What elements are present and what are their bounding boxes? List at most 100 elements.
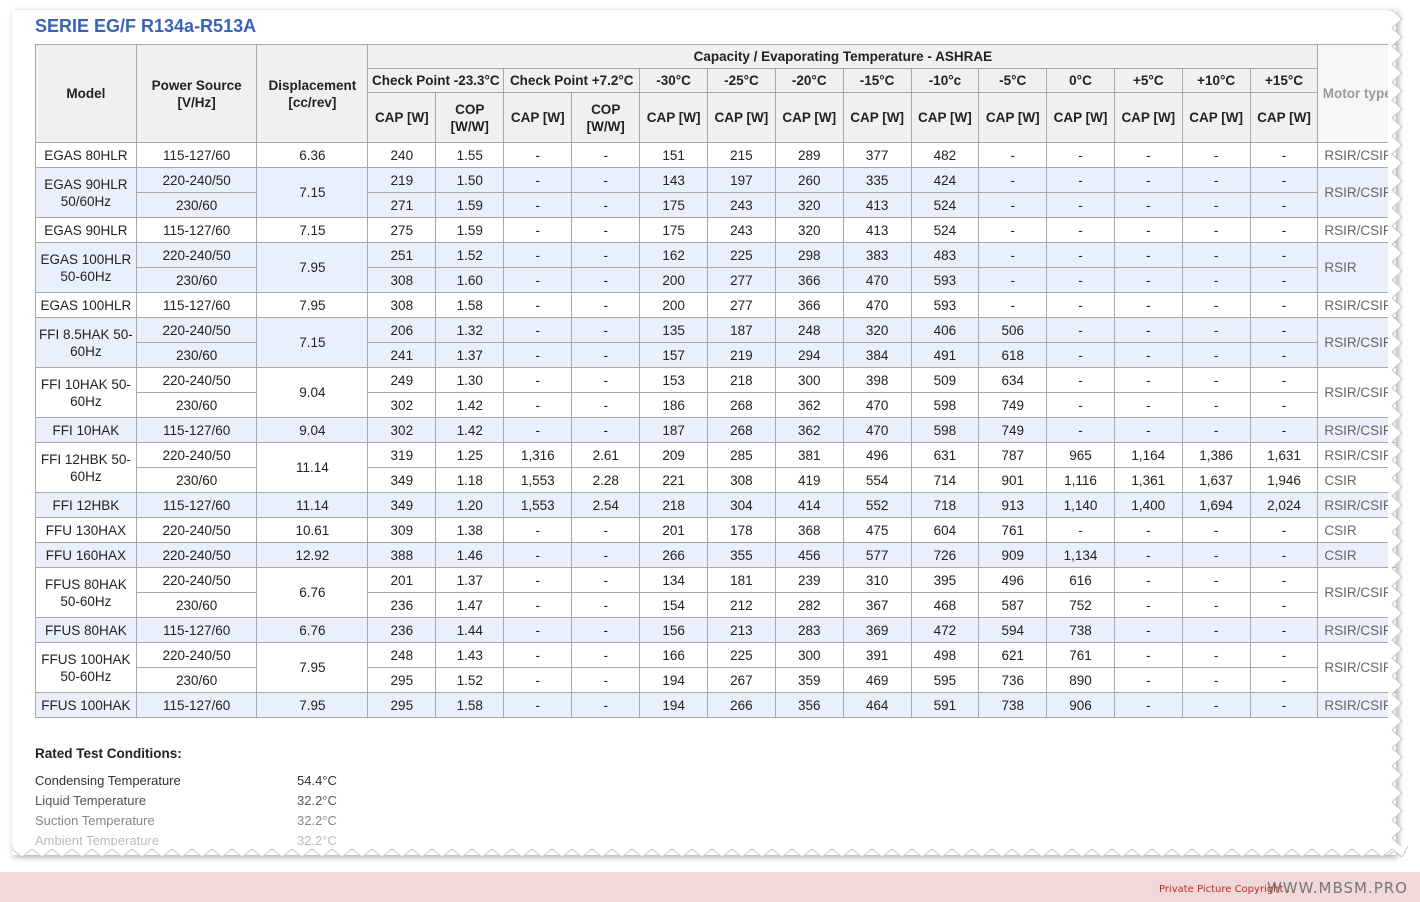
value-cell: 260 xyxy=(774,167,844,193)
power-source-cell: 230/60 xyxy=(135,342,258,368)
value-cell: - xyxy=(503,392,573,418)
header-temp: -30°C xyxy=(639,68,709,93)
value-cell: - xyxy=(978,217,1048,243)
value-cell: 1,637 xyxy=(1181,467,1251,493)
value-cell: - xyxy=(503,567,573,593)
power-source-cell: 230/60 xyxy=(135,592,258,618)
value-cell: 714 xyxy=(910,467,980,493)
value-cell: 308 xyxy=(367,292,437,318)
value-cell: 300 xyxy=(774,367,844,393)
rated-title: Rated Test Conditions: xyxy=(35,746,182,761)
power-source-cell: 115-127/60 xyxy=(135,142,258,168)
value-cell: 218 xyxy=(639,492,709,518)
value-cell: - xyxy=(571,542,641,568)
value-cell: 468 xyxy=(910,592,980,618)
value-cell: 201 xyxy=(367,567,437,593)
value-cell: 496 xyxy=(978,567,1048,593)
compressor-capacity-table: Model Power Source [V/Hz] Displacement [… xyxy=(35,44,1396,718)
value-cell: 186 xyxy=(639,392,709,418)
value-cell: 151 xyxy=(639,142,709,168)
value-cell: 166 xyxy=(639,642,709,668)
value-cell: - xyxy=(1249,217,1319,243)
value-cell: 302 xyxy=(367,417,437,443)
value-cell: 236 xyxy=(367,592,437,618)
table-row: 230/60 241 1.37- -157 219 294 384 491 618- - - - xyxy=(36,342,1397,368)
displacement-cell: 7.95 xyxy=(256,242,369,293)
value-cell: - xyxy=(571,192,641,218)
power-source-cell: 115-127/60 xyxy=(135,617,258,643)
value-cell: 498 xyxy=(910,642,980,668)
header-temp: -15°C xyxy=(842,68,912,93)
value-cell: 761 xyxy=(978,517,1048,543)
value-cell: 215 xyxy=(707,142,776,168)
value-cell: - xyxy=(1181,617,1251,643)
value-cell: 509 xyxy=(910,367,980,393)
value-cell: - xyxy=(1249,142,1319,168)
value-cell: 356 xyxy=(774,692,844,718)
value-cell: 308 xyxy=(367,267,437,293)
value-cell: 194 xyxy=(639,667,709,693)
value-cell: 726 xyxy=(910,542,980,568)
value-cell: 219 xyxy=(707,342,776,368)
table-row: 230/60 349 1.18 1,553 2.28 221 308 419 554 714 901… xyxy=(36,467,1396,493)
torn-edge-bottom xyxy=(12,846,1408,858)
value-cell: 419 xyxy=(774,467,844,493)
value-cell: 175 xyxy=(639,192,709,218)
displacement-cell: 6.76 xyxy=(256,617,369,643)
value-cell: 391 xyxy=(842,642,912,668)
value-cell: - xyxy=(1113,342,1183,368)
value-cell: 1,631 xyxy=(1249,442,1319,468)
value-cell: 1,386 xyxy=(1181,442,1251,468)
motor-type-cell: RSIR/CSIR xyxy=(1317,317,1396,368)
header-power-source: Power Source [V/Hz] xyxy=(135,44,258,143)
value-cell: - xyxy=(1249,367,1319,393)
table-row: EGAS 100HLR 50-60Hz 220-240/50 7.95 251 1.52… xyxy=(35,242,1396,293)
value-cell: - xyxy=(1181,542,1251,568)
value-cell: 310 xyxy=(842,567,912,593)
header-temp: -25°C xyxy=(707,68,776,93)
value-cell: 749 xyxy=(978,417,1048,443)
table-row: FFUS 100HAK 50-60Hz 220-240/50 7.95 248 1.43… xyxy=(35,642,1396,693)
value-cell: - xyxy=(503,292,573,318)
document-sheet: SERIE EG/F R134a-R513A Model Power Sourc… xyxy=(12,10,1396,855)
value-cell: 212 xyxy=(707,592,776,618)
value-cell: - xyxy=(1113,142,1183,168)
value-cell: 213 xyxy=(707,617,776,643)
value-cell: 154 xyxy=(639,592,709,618)
value-cell: 1,116 xyxy=(1046,467,1115,493)
value-cell: 1.58 xyxy=(435,292,505,318)
value-cell: 752 xyxy=(1046,592,1115,618)
value-cell: 554 xyxy=(842,467,912,493)
value-cell: - xyxy=(978,142,1048,168)
model-cell: FFU 130HAX xyxy=(35,517,137,543)
value-cell: - xyxy=(1181,517,1251,543)
table-row: FFU 160HAX 220-240/50 12.92 388 1.46- -266 355… xyxy=(35,542,1396,568)
value-cell: - xyxy=(503,192,573,218)
value-cell: 367 xyxy=(842,592,912,618)
header-temp: -20°C xyxy=(774,68,844,93)
value-cell: 239 xyxy=(774,567,844,593)
value-cell: 1.60 xyxy=(435,267,505,293)
value-cell: 470 xyxy=(842,417,912,443)
value-cell: - xyxy=(1046,517,1115,543)
rated-item: Liquid Temperature 32.2°C xyxy=(35,790,337,810)
displacement-cell: 9.04 xyxy=(256,417,369,443)
value-cell: 209 xyxy=(639,442,709,468)
value-cell: - xyxy=(1113,642,1183,668)
value-cell: - xyxy=(503,367,573,393)
value-cell: 406 xyxy=(910,317,980,343)
header-check-point-minus: Check Point -23.3°C xyxy=(367,68,505,93)
value-cell: 2.28 xyxy=(571,467,641,493)
value-cell: - xyxy=(1181,342,1251,368)
value-cell: - xyxy=(1181,142,1251,168)
power-source-cell: 115-127/60 xyxy=(135,692,258,718)
displacement-cell: 6.76 xyxy=(256,567,369,618)
value-cell: - xyxy=(1249,342,1319,368)
value-cell: 1.47 xyxy=(435,592,505,618)
value-cell: - xyxy=(1181,217,1251,243)
model-cell: FFUS 80HAK 50-60Hz xyxy=(35,567,137,618)
value-cell: 302 xyxy=(367,392,437,418)
value-cell: 470 xyxy=(842,267,912,293)
value-cell: - xyxy=(571,367,641,393)
value-cell: 1,553 xyxy=(503,467,573,493)
